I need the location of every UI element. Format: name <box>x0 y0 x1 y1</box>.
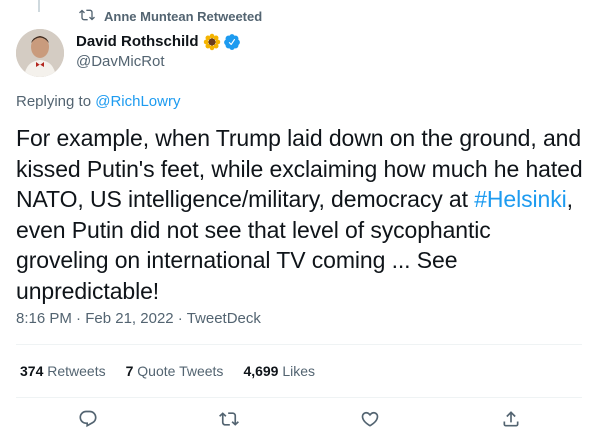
divider <box>16 397 582 398</box>
verified-badge-icon <box>223 33 241 51</box>
quote-tweets-label: Quote Tweets <box>137 363 224 379</box>
sunflower-emoji-icon <box>203 33 221 51</box>
tweet-text: For example, when Trump laid down on the… <box>16 123 586 306</box>
reply-prefix: Replying to <box>16 93 96 110</box>
share-icon <box>501 409 521 434</box>
author-handle[interactable]: @DavMicRot <box>76 52 241 72</box>
tweet-author: David Rothschild @DavMicRot <box>16 29 241 77</box>
avatar[interactable] <box>16 29 64 77</box>
reply-context: Replying to @RichLowry <box>16 93 180 110</box>
quote-tweets-count: 7 <box>125 363 134 379</box>
retweets-label: Retweets <box>47 363 106 379</box>
like-icon <box>360 409 380 434</box>
reply-button[interactable] <box>75 408 101 434</box>
retweet-button[interactable] <box>216 408 242 434</box>
share-button[interactable] <box>498 408 524 434</box>
tweet-date[interactable]: Feb 21, 2022 <box>85 310 173 327</box>
tweet-source[interactable]: TweetDeck <box>187 310 261 327</box>
author-name[interactable]: David Rothschild <box>76 32 199 52</box>
retweets-count: 374 <box>20 363 44 379</box>
retweet-icon <box>219 409 239 434</box>
tweet-stats: 374 Retweets 7 Quote Tweets 4,699 Likes <box>20 363 315 379</box>
retweet-icon <box>79 7 95 26</box>
thread-line <box>38 0 40 12</box>
tweet-meta: 8:16 PM · Feb 21, 2022 · TweetDeck <box>16 310 261 327</box>
meta-separator: · <box>71 310 86 327</box>
hashtag-link[interactable]: #Helsinki <box>474 186 567 212</box>
tweet-time[interactable]: 8:16 PM <box>16 310 72 327</box>
divider <box>16 344 582 345</box>
meta-separator: · <box>173 310 187 327</box>
retweet-context-label[interactable]: Anne Muntean Retweeted <box>104 9 262 24</box>
retweets-stat[interactable]: 374 Retweets <box>20 363 106 379</box>
likes-count: 4,699 <box>243 363 279 379</box>
quote-tweets-stat[interactable]: 7 Quote Tweets <box>126 363 224 379</box>
retweet-context: Anne Muntean Retweeted <box>79 8 262 24</box>
tweet-actions <box>0 408 598 434</box>
like-button[interactable] <box>357 408 383 434</box>
reply-target-link[interactable]: @RichLowry <box>95 93 180 110</box>
reply-icon <box>78 409 98 434</box>
likes-stat[interactable]: 4,699 Likes <box>243 363 315 379</box>
likes-label: Likes <box>282 363 316 379</box>
